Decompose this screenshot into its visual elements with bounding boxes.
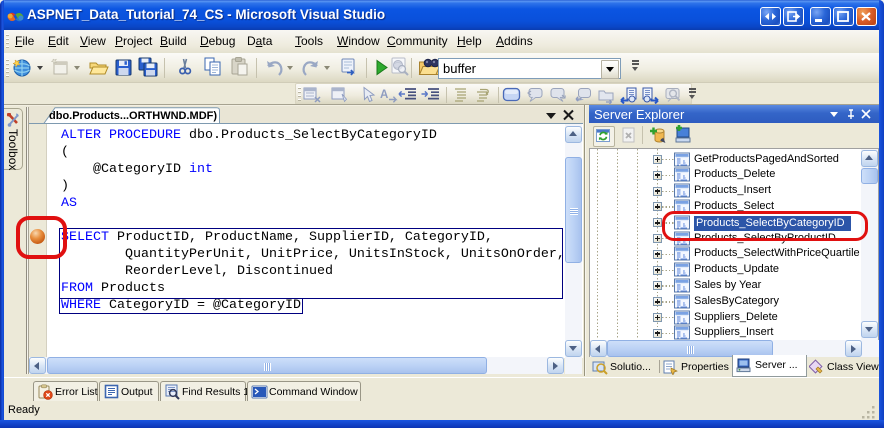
svg-text:A: A: [380, 89, 388, 101]
